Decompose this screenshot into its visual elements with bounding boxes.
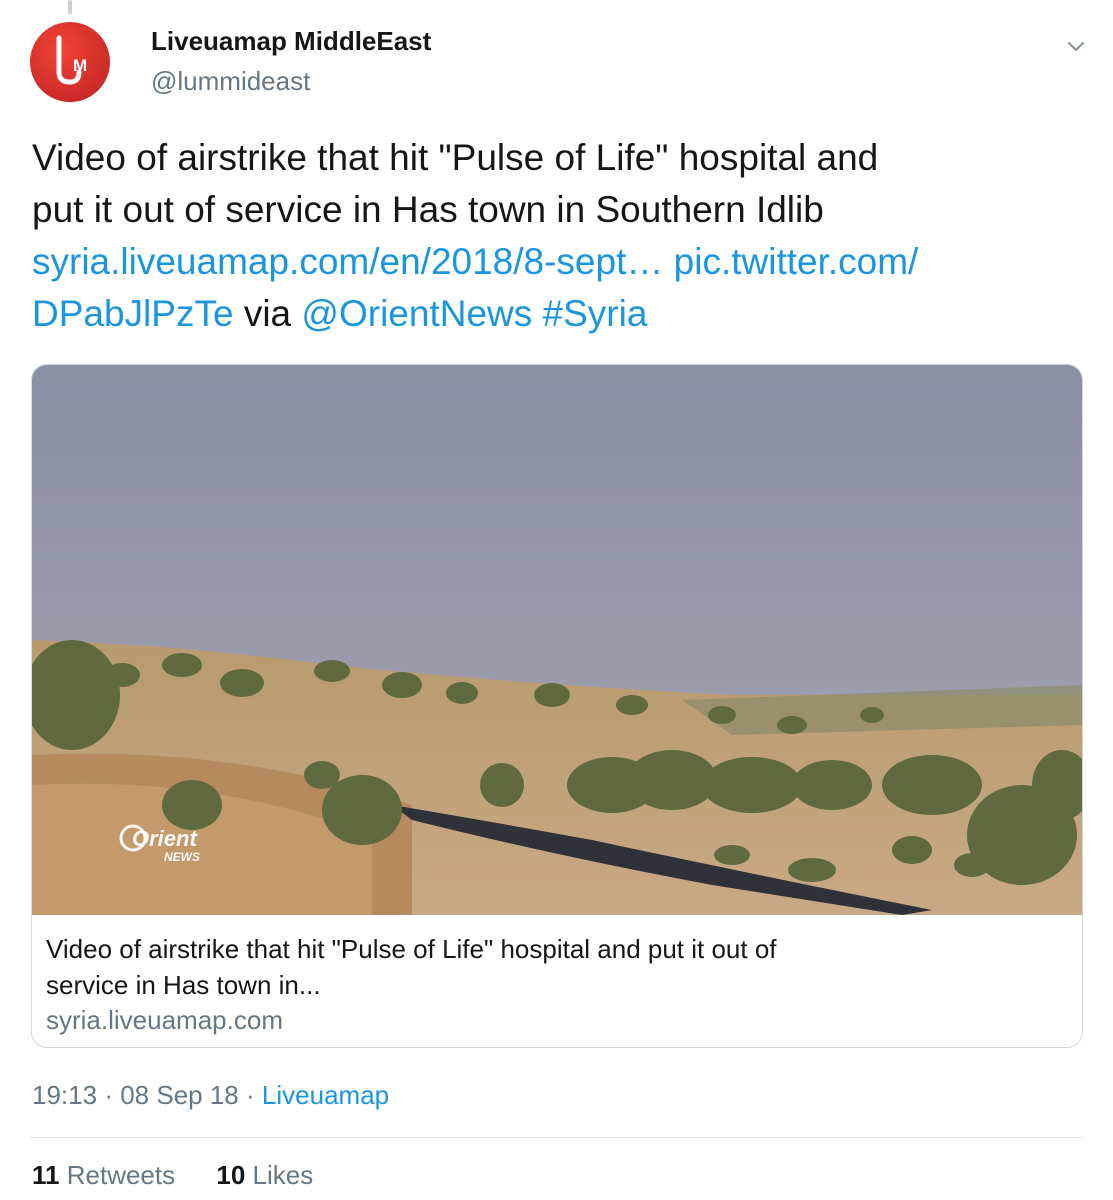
tweet-date[interactable]: 08 Sep 18 <box>120 1080 239 1110</box>
mention-link[interactable]: @OrientNews <box>301 293 532 334</box>
card-title-line: service in Has town in... <box>46 970 321 1000</box>
meta-separator: · <box>104 1080 113 1110</box>
stats-divider <box>30 1137 1084 1138</box>
retweets-stat[interactable]: 11 Retweets <box>32 1160 175 1191</box>
tweet-stats: 11 Retweets 10 Likes <box>32 1160 313 1191</box>
tweet-text-line: put it out of service in Has town in Sou… <box>32 189 824 230</box>
article-link[interactable]: syria.liveuamap.com/en/2018/8-sept… <box>32 241 663 282</box>
retweets-label: Retweets <box>66 1160 176 1190</box>
tweet-text-line: Video of airstrike that hit "Pulse of Li… <box>32 137 879 178</box>
meta-separator: · <box>246 1080 255 1110</box>
card-image[interactable]: Orient NEWS <box>32 365 1083 915</box>
watermark-sub-text: NEWS <box>164 850 200 864</box>
tweet-detail-page: M Liveuamap MiddleEast @lummideast Video… <box>0 0 1113 1200</box>
author-display-name[interactable]: Liveuamap MiddleEast <box>151 26 431 57</box>
card-title[interactable]: Video of airstrike that hit "Pulse of Li… <box>46 931 946 1003</box>
likes-count: 10 <box>216 1160 246 1190</box>
tweet-source[interactable]: Liveuamap <box>262 1080 389 1110</box>
tweet-links-line: syria.liveuamap.com/en/2018/8-sept… pic.… <box>32 236 1082 288</box>
chevron-down-icon[interactable] <box>1064 34 1088 58</box>
hashtag-link[interactable]: #Syria <box>543 293 648 334</box>
likes-label: Likes <box>252 1160 314 1190</box>
thread-connector-line <box>68 0 72 14</box>
likes-stat[interactable]: 10 Likes <box>216 1160 313 1191</box>
tweet-links-line: DPabJlPzTe via @OrientNews #Syria <box>32 288 1082 340</box>
avatar[interactable]: M <box>30 22 110 102</box>
card-domain: syria.liveuamap.com <box>46 1005 283 1035</box>
pic-link-end[interactable]: DPabJlPzTe <box>32 293 234 334</box>
pic-link-start[interactable]: pic.twitter.com/ <box>674 241 919 282</box>
author-handle[interactable]: @lummideast <box>151 66 310 97</box>
watermark-main-text: Orient <box>132 826 198 851</box>
tweet-time[interactable]: 19:13 <box>32 1080 97 1110</box>
tweet-metadata: 19:13 · 08 Sep 18 · Liveuamap <box>32 1080 389 1111</box>
link-preview-card[interactable]: Orient NEWS Video of airstrike that hit … <box>31 364 1083 1048</box>
via-text: via <box>243 293 292 334</box>
card-title-line: Video of airstrike that hit "Pulse of Li… <box>46 934 777 964</box>
avatar-letters: M <box>73 56 87 75</box>
retweets-count: 11 <box>32 1160 60 1190</box>
tweet-text: Video of airstrike that hit "Pulse of Li… <box>32 132 1082 340</box>
